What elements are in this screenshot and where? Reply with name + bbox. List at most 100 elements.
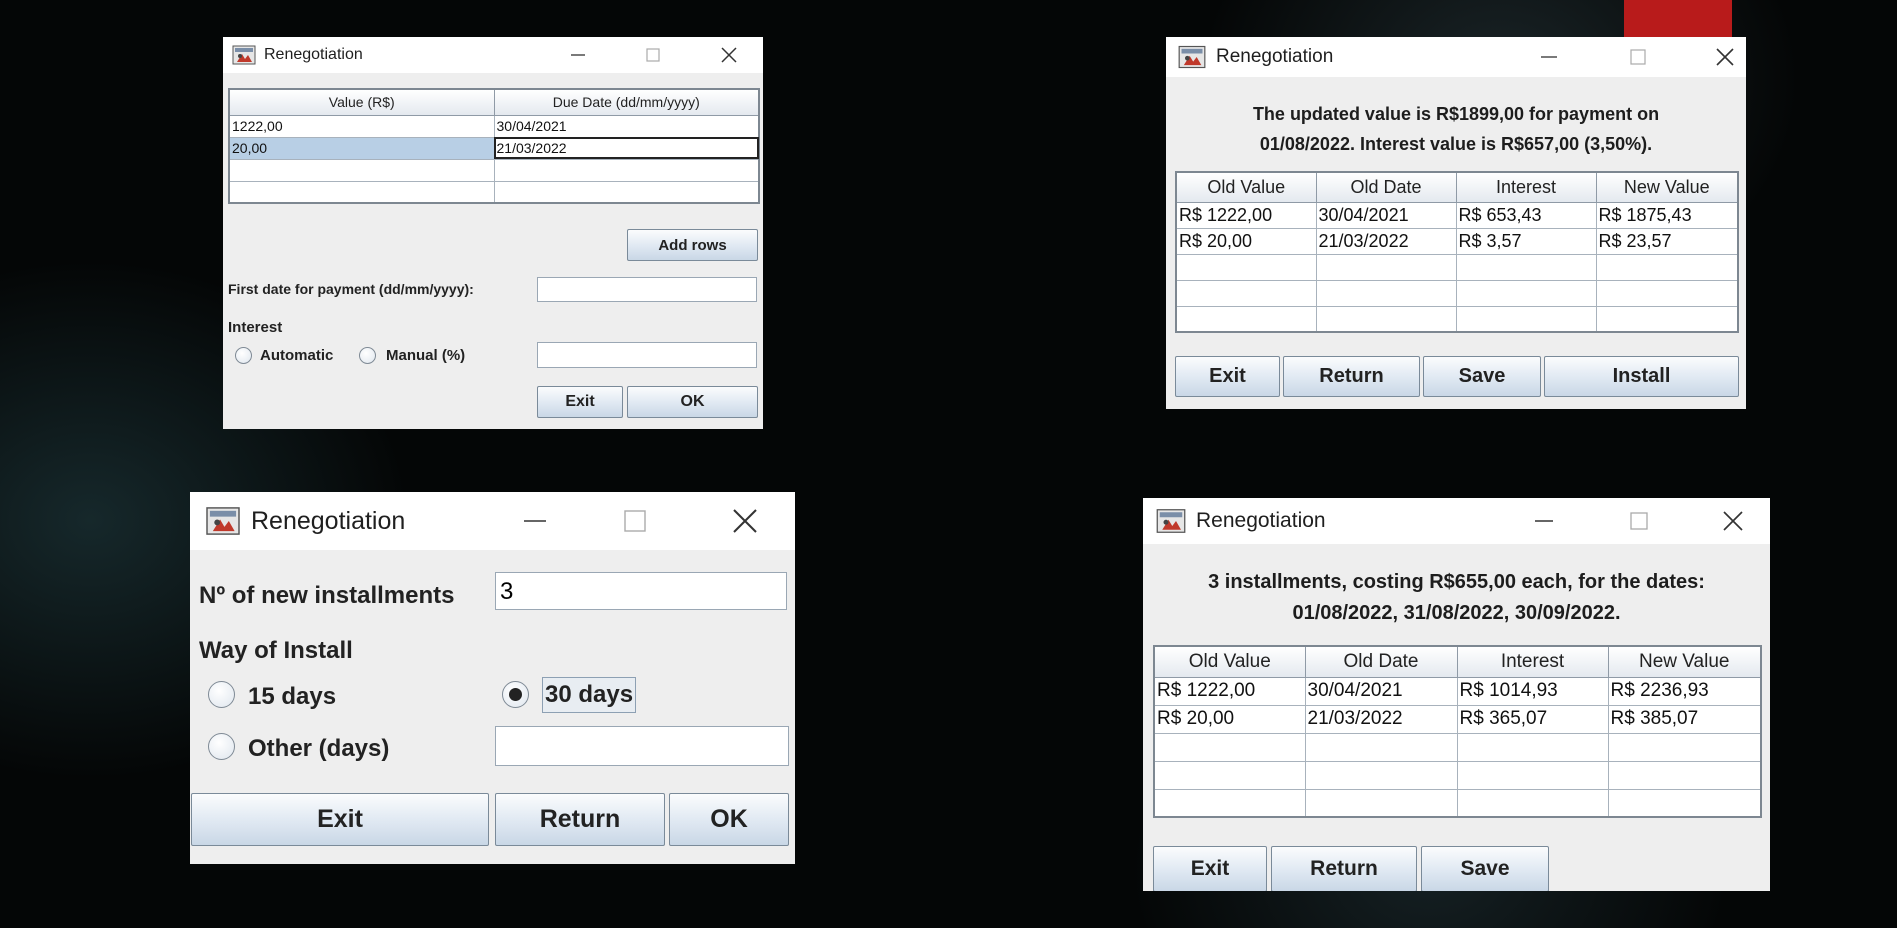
table-cell[interactable] (1175, 279, 1317, 307)
table-cell[interactable] (1456, 732, 1609, 762)
table-cell[interactable] (1595, 253, 1739, 281)
title-bar[interactable]: Renegotiation (223, 37, 763, 73)
column-header-value[interactable]: Value (R$) (228, 88, 495, 116)
maximize-icon[interactable] (607, 492, 663, 550)
manual-radio[interactable] (359, 347, 376, 364)
option-other-days-radio[interactable] (208, 733, 235, 760)
table-cell[interactable]: R$ 1875,43 (1595, 201, 1739, 229)
save-button[interactable]: Save (1423, 356, 1541, 397)
table-cell[interactable] (1304, 732, 1458, 762)
table-cell[interactable] (1175, 305, 1317, 333)
manual-label[interactable]: Manual (%) (386, 347, 465, 364)
option-30-days-radio[interactable] (502, 681, 529, 708)
add-rows-button[interactable]: Add rows (627, 229, 758, 261)
column-header-old-date[interactable]: Old Date (1315, 171, 1457, 203)
installments-input[interactable]: 3 (495, 572, 787, 610)
table-cell[interactable] (1304, 788, 1458, 818)
table-row[interactable]: R$ 1222,00 30/04/2021 R$ 653,43 R$ 1875,43 (1175, 201, 1739, 229)
other-days-input[interactable] (495, 726, 789, 766)
table-cell[interactable]: R$ 20,00 (1175, 227, 1317, 255)
table-cell[interactable]: R$ 23,57 (1595, 227, 1739, 255)
table-row[interactable] (1153, 760, 1762, 790)
maximize-icon[interactable] (1618, 37, 1658, 77)
values-table[interactable]: Value (R$) Due Date (dd/mm/yyyy) 1222,00… (228, 88, 760, 204)
option-other-days-label[interactable]: Other (days) (248, 735, 389, 763)
column-header-old-date[interactable]: Old Date (1304, 645, 1458, 678)
table-cell[interactable] (228, 180, 495, 204)
title-bar[interactable]: Renegotiation (1166, 37, 1746, 77)
table-cell-editing[interactable]: 21/03/2022 (493, 136, 760, 160)
column-header-interest[interactable]: Interest (1455, 171, 1597, 203)
table-cell[interactable] (1455, 279, 1597, 307)
table-cell[interactable] (1595, 305, 1739, 333)
maximize-icon[interactable] (635, 37, 671, 73)
table-row[interactable] (228, 180, 760, 204)
automatic-label[interactable]: Automatic (260, 347, 333, 364)
table-cell[interactable] (1607, 760, 1762, 790)
table-cell[interactable] (493, 180, 760, 204)
table-cell[interactable] (1315, 279, 1457, 307)
table-row[interactable]: R$ 1222,00 30/04/2021 R$ 1014,93 R$ 2236,93 (1153, 676, 1762, 706)
exit-button[interactable]: Exit (1153, 846, 1267, 891)
table-row[interactable] (228, 158, 760, 182)
table-row[interactable] (1153, 788, 1762, 818)
table-row[interactable] (1175, 305, 1739, 333)
save-button[interactable]: Save (1421, 846, 1549, 891)
close-icon[interactable] (711, 37, 747, 73)
renegotiation-table[interactable]: Old Value Old Date Interest New Value R$… (1175, 171, 1739, 333)
option-15-days-label[interactable]: 15 days (248, 683, 336, 711)
table-cell[interactable]: R$ 1222,00 (1153, 676, 1306, 706)
table-cell[interactable]: 21/03/2022 (1304, 704, 1458, 734)
return-button[interactable]: Return (495, 793, 665, 846)
table-cell[interactable]: 1222,00 (228, 114, 495, 138)
table-cell[interactable] (493, 158, 760, 182)
exit-button[interactable]: Exit (1175, 356, 1280, 397)
option-15-days-radio[interactable] (208, 681, 235, 708)
table-row[interactable]: R$ 20,00 21/03/2022 R$ 3,57 R$ 23,57 (1175, 227, 1739, 255)
table-cell[interactable] (1456, 788, 1609, 818)
table-cell[interactable] (1607, 788, 1762, 818)
table-cell[interactable] (1315, 253, 1457, 281)
table-cell[interactable]: 20,00 (228, 136, 495, 160)
automatic-radio[interactable] (235, 347, 252, 364)
renegotiation-table[interactable]: Old Value Old Date Interest New Value R$… (1153, 645, 1762, 818)
minimize-icon[interactable] (560, 37, 596, 73)
close-icon[interactable] (1710, 498, 1756, 544)
table-cell[interactable]: 21/03/2022 (1315, 227, 1457, 255)
exit-button[interactable]: Exit (191, 793, 489, 846)
table-cell[interactable]: R$ 365,07 (1456, 704, 1609, 734)
table-cell[interactable] (228, 158, 495, 182)
maximize-icon[interactable] (1616, 498, 1662, 544)
title-bar[interactable]: Renegotiation (190, 492, 795, 550)
column-header-new-value[interactable]: New Value (1607, 645, 1762, 678)
table-cell[interactable] (1153, 732, 1306, 762)
table-cell[interactable]: R$ 20,00 (1153, 704, 1306, 734)
table-cell[interactable]: R$ 2236,93 (1607, 676, 1762, 706)
table-cell[interactable]: 30/04/2021 (1315, 201, 1457, 229)
table-row[interactable] (1175, 253, 1739, 281)
close-icon[interactable] (1705, 37, 1745, 77)
table-cell[interactable] (1455, 253, 1597, 281)
table-row[interactable]: 1222,00 30/04/2021 (228, 114, 760, 138)
minimize-icon[interactable] (1529, 37, 1569, 77)
return-button[interactable]: Return (1271, 846, 1417, 891)
column-header-new-value[interactable]: New Value (1595, 171, 1739, 203)
table-cell[interactable] (1456, 760, 1609, 790)
ok-button[interactable]: OK (627, 386, 758, 418)
table-row[interactable] (1175, 279, 1739, 307)
table-cell[interactable]: R$ 1014,93 (1456, 676, 1609, 706)
first-date-input[interactable] (537, 277, 757, 302)
manual-percent-input[interactable] (537, 342, 757, 368)
option-30-days-label[interactable]: 30 days (542, 677, 637, 713)
table-cell[interactable]: 30/04/2021 (493, 114, 760, 138)
table-row[interactable]: R$ 20,00 21/03/2022 R$ 365,07 R$ 385,07 (1153, 704, 1762, 734)
table-cell[interactable] (1304, 760, 1458, 790)
table-cell[interactable] (1607, 732, 1762, 762)
table-cell[interactable] (1175, 253, 1317, 281)
table-cell[interactable]: R$ 1222,00 (1175, 201, 1317, 229)
table-row[interactable] (1153, 732, 1762, 762)
table-cell[interactable]: R$ 3,57 (1455, 227, 1597, 255)
ok-button[interactable]: OK (669, 793, 789, 846)
minimize-icon[interactable] (507, 492, 563, 550)
close-icon[interactable] (717, 492, 773, 550)
